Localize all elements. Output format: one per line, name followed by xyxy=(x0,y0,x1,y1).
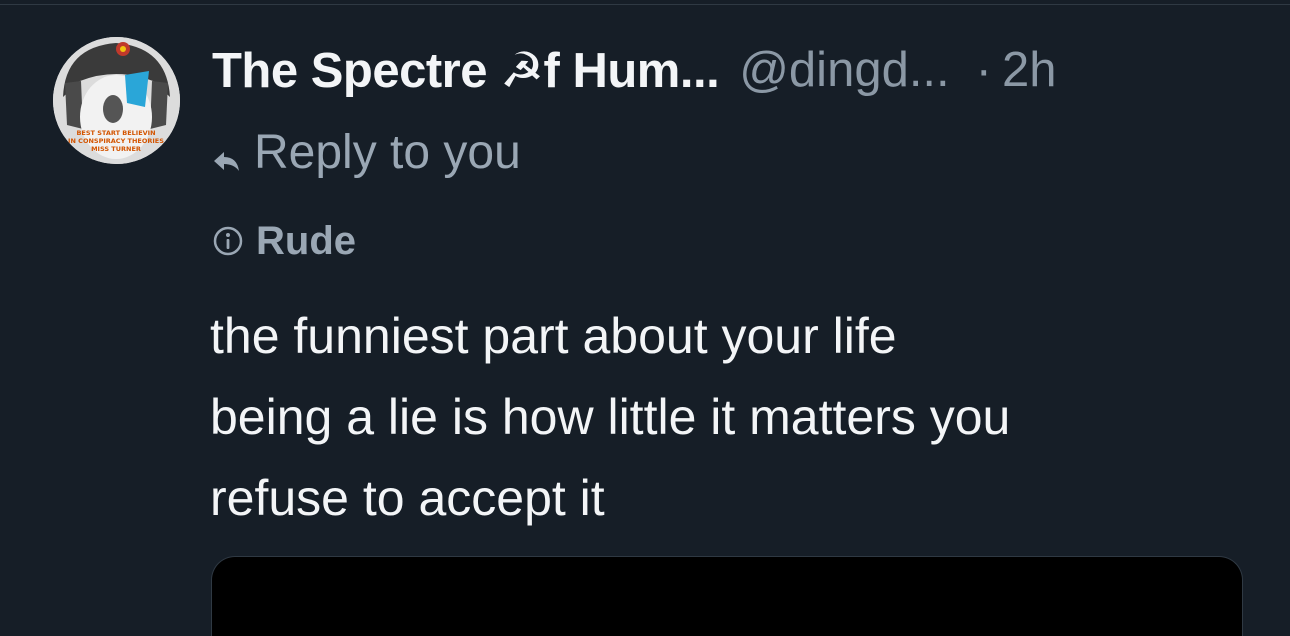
reply-context[interactable]: Reply to you xyxy=(210,124,521,180)
reply-context-label: Reply to you xyxy=(254,125,521,179)
post-text-line: the funniest part about your life xyxy=(210,308,897,364)
info-circle-icon xyxy=(212,225,244,257)
embedded-media[interactable] xyxy=(211,556,1243,636)
avatar[interactable]: BEST START BELIEVIN IN CONSPIRACY THEORI… xyxy=(53,37,180,164)
content-label-text: Rude xyxy=(256,218,356,263)
content-label[interactable]: Rude xyxy=(212,216,356,266)
post-text-line: being a lie is how little it matters you xyxy=(210,389,1011,445)
author-handle[interactable]: @dingd... xyxy=(739,42,949,98)
post-timestamp[interactable]: 2h xyxy=(1002,42,1057,98)
avatar-image: BEST START BELIEVIN IN CONSPIRACY THEORI… xyxy=(53,37,180,164)
header-separator: · xyxy=(975,43,992,97)
reply-post[interactable]: BEST START BELIEVIN IN CONSPIRACY THEORI… xyxy=(0,0,1290,636)
avatar-caption-1: BEST START BELIEVIN xyxy=(76,129,155,137)
post-text: the funniest part about your life being … xyxy=(210,296,1260,539)
post-text-line: refuse to accept it xyxy=(210,470,605,526)
avatar-caption-2: IN CONSPIRACY THEORIES xyxy=(68,137,164,145)
reply-arrow-icon xyxy=(210,135,244,171)
post-header: The Spectre ☭f Hum... @dingd... · 2h xyxy=(212,38,1057,102)
author-display-name[interactable]: The Spectre ☭f Hum... xyxy=(212,42,720,99)
avatar-caption-3: MISS TURNER xyxy=(91,145,141,153)
